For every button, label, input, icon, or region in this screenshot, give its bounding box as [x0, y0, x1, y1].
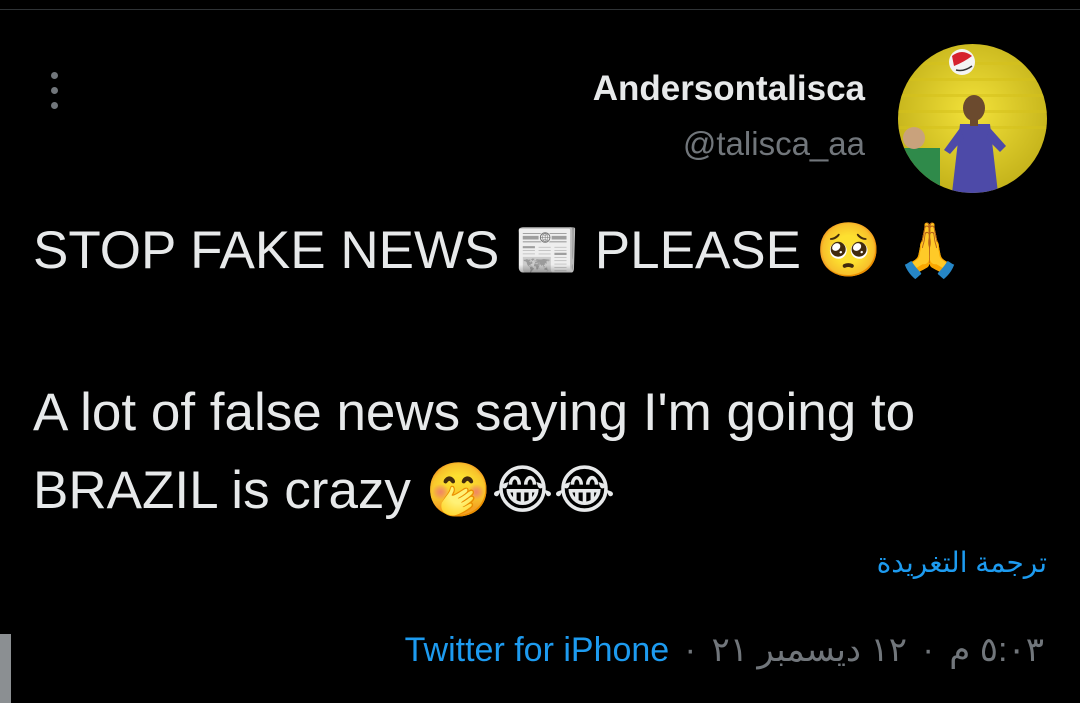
- tweet-line: A lot of false news saying I'm going to: [33, 383, 916, 442]
- tweet-date[interactable]: ١٢ ديسمبر ٢١: [711, 631, 907, 669]
- tweet-line: BRAZIL is crazy 🤭😂😂: [33, 461, 616, 520]
- more-options-button[interactable]: [40, 68, 70, 112]
- tweet-source-link[interactable]: Twitter for iPhone: [405, 631, 670, 669]
- scrollbar-thumb[interactable]: [0, 634, 11, 703]
- avatar[interactable]: [898, 44, 1047, 193]
- more-vertical-icon-dot: [51, 102, 58, 109]
- author-handle[interactable]: @talisca_aa: [593, 121, 865, 167]
- tweet-time[interactable]: ٥:٠٣ م: [949, 631, 1044, 669]
- meta-separator: ·: [684, 631, 696, 669]
- top-divider: [0, 9, 1080, 10]
- meta-separator: ·: [922, 631, 934, 669]
- author-display-name[interactable]: Andersontalisca: [593, 66, 865, 112]
- tweet-text: STOP FAKE NEWS 📰 PLEASE 🥺 🙏 A lot of fal…: [33, 212, 1053, 530]
- avatar-image: [898, 44, 1047, 193]
- more-vertical-icon-dot: [51, 87, 58, 94]
- more-vertical-icon: [51, 72, 58, 79]
- author-block[interactable]: Andersontalisca @talisca_aa: [593, 66, 865, 167]
- translate-tweet-link[interactable]: ترجمة التغريدة: [877, 546, 1047, 579]
- tweet-line: STOP FAKE NEWS 📰 PLEASE 🥺 🙏: [33, 221, 963, 280]
- tweet-meta: Twitter for iPhone · ١٢ ديسمبر ٢١ · ٥:٠٣…: [405, 630, 1044, 670]
